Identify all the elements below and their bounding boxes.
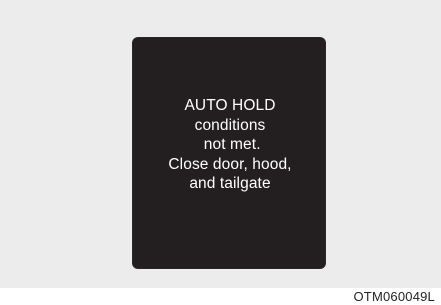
figure-code: OTM060049L (353, 289, 435, 304)
message-line-1: AUTO HOLD (184, 97, 276, 114)
auto-hold-warning-message: AUTO HOLD conditions not met. Close door… (133, 96, 327, 194)
message-line-5: and tailgate (189, 175, 271, 192)
cluster-display: AUTO HOLD conditions not met. Close door… (132, 37, 326, 269)
message-line-4: Close door, hood, (168, 155, 292, 173)
message-line-3: not met. (199, 136, 261, 153)
message-line-2: conditions (194, 116, 266, 134)
illustration-frame: AUTO HOLD conditions not met. Close door… (0, 0, 441, 288)
